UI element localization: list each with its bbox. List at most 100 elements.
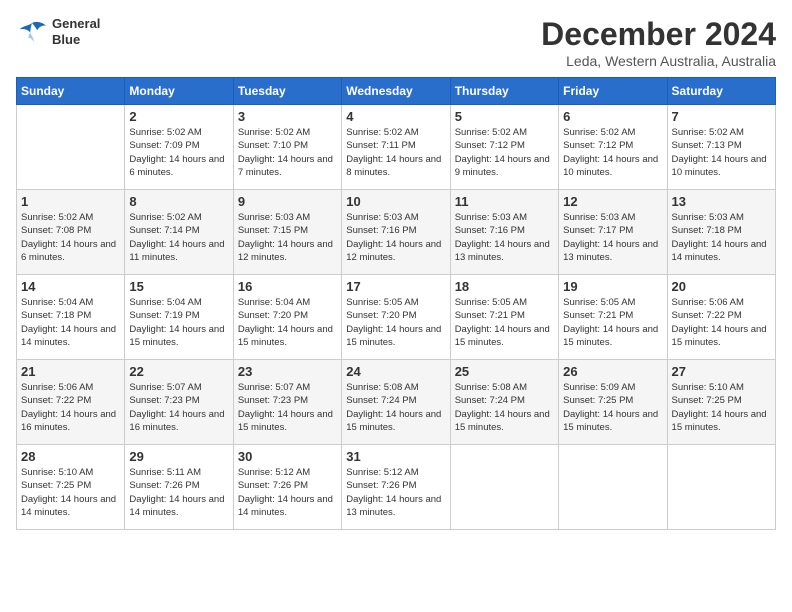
page-header: General Blue December 2024 Leda, Western… [16,16,776,69]
day-number: 8 [129,194,228,209]
calendar-cell: 12 Sunrise: 5:03 AM Sunset: 7:17 PM Dayl… [559,190,667,275]
day-number: 21 [21,364,120,379]
day-number: 4 [346,109,445,124]
day-info: Sunrise: 5:03 AM Sunset: 7:16 PM Dayligh… [346,211,445,264]
day-number: 7 [672,109,771,124]
day-number: 6 [563,109,662,124]
day-info: Sunrise: 5:03 AM Sunset: 7:17 PM Dayligh… [563,211,662,264]
calendar-cell: 28 Sunrise: 5:10 AM Sunset: 7:25 PM Dayl… [17,445,125,530]
day-info: Sunrise: 5:12 AM Sunset: 7:26 PM Dayligh… [346,466,445,519]
col-header-sunday: Sunday [17,78,125,105]
calendar-cell: 5 Sunrise: 5:02 AM Sunset: 7:12 PM Dayli… [450,105,558,190]
day-number: 16 [238,279,337,294]
day-number: 10 [346,194,445,209]
calendar-cell [17,105,125,190]
day-number: 24 [346,364,445,379]
day-number: 29 [129,449,228,464]
day-number: 23 [238,364,337,379]
calendar-cell: 21 Sunrise: 5:06 AM Sunset: 7:22 PM Dayl… [17,360,125,445]
day-number: 28 [21,449,120,464]
day-number: 22 [129,364,228,379]
calendar-cell: 25 Sunrise: 5:08 AM Sunset: 7:24 PM Dayl… [450,360,558,445]
calendar-cell: 3 Sunrise: 5:02 AM Sunset: 7:10 PM Dayli… [233,105,341,190]
calendar-cell: 18 Sunrise: 5:05 AM Sunset: 7:21 PM Dayl… [450,275,558,360]
calendar-week-5: 28 Sunrise: 5:10 AM Sunset: 7:25 PM Dayl… [17,445,776,530]
day-info: Sunrise: 5:03 AM Sunset: 7:16 PM Dayligh… [455,211,554,264]
day-number: 1 [21,194,120,209]
day-info: Sunrise: 5:08 AM Sunset: 7:24 PM Dayligh… [346,381,445,434]
day-info: Sunrise: 5:11 AM Sunset: 7:26 PM Dayligh… [129,466,228,519]
day-info: Sunrise: 5:04 AM Sunset: 7:18 PM Dayligh… [21,296,120,349]
day-info: Sunrise: 5:02 AM Sunset: 7:14 PM Dayligh… [129,211,228,264]
day-number: 19 [563,279,662,294]
day-number: 12 [563,194,662,209]
calendar-cell: 6 Sunrise: 5:02 AM Sunset: 7:12 PM Dayli… [559,105,667,190]
calendar-cell: 2 Sunrise: 5:02 AM Sunset: 7:09 PM Dayli… [125,105,233,190]
day-info: Sunrise: 5:05 AM Sunset: 7:21 PM Dayligh… [563,296,662,349]
day-info: Sunrise: 5:02 AM Sunset: 7:13 PM Dayligh… [672,126,771,179]
calendar-cell [667,445,775,530]
day-info: Sunrise: 5:06 AM Sunset: 7:22 PM Dayligh… [21,381,120,434]
day-info: Sunrise: 5:02 AM Sunset: 7:11 PM Dayligh… [346,126,445,179]
day-info: Sunrise: 5:04 AM Sunset: 7:19 PM Dayligh… [129,296,228,349]
day-info: Sunrise: 5:07 AM Sunset: 7:23 PM Dayligh… [129,381,228,434]
day-info: Sunrise: 5:03 AM Sunset: 7:18 PM Dayligh… [672,211,771,264]
day-info: Sunrise: 5:02 AM Sunset: 7:12 PM Dayligh… [563,126,662,179]
day-number: 26 [563,364,662,379]
logo-text: General Blue [52,16,100,47]
day-info: Sunrise: 5:04 AM Sunset: 7:20 PM Dayligh… [238,296,337,349]
calendar-cell: 29 Sunrise: 5:11 AM Sunset: 7:26 PM Dayl… [125,445,233,530]
calendar-cell: 16 Sunrise: 5:04 AM Sunset: 7:20 PM Dayl… [233,275,341,360]
day-info: Sunrise: 5:05 AM Sunset: 7:21 PM Dayligh… [455,296,554,349]
day-info: Sunrise: 5:02 AM Sunset: 7:10 PM Dayligh… [238,126,337,179]
calendar-cell: 8 Sunrise: 5:02 AM Sunset: 7:14 PM Dayli… [125,190,233,275]
calendar-cell: 31 Sunrise: 5:12 AM Sunset: 7:26 PM Dayl… [342,445,450,530]
col-header-tuesday: Tuesday [233,78,341,105]
day-info: Sunrise: 5:02 AM Sunset: 7:09 PM Dayligh… [129,126,228,179]
day-number: 20 [672,279,771,294]
calendar-week-3: 14 Sunrise: 5:04 AM Sunset: 7:18 PM Dayl… [17,275,776,360]
calendar-week-4: 21 Sunrise: 5:06 AM Sunset: 7:22 PM Dayl… [17,360,776,445]
day-number: 5 [455,109,554,124]
col-header-thursday: Thursday [450,78,558,105]
calendar-cell: 27 Sunrise: 5:10 AM Sunset: 7:25 PM Dayl… [667,360,775,445]
col-header-saturday: Saturday [667,78,775,105]
day-number: 3 [238,109,337,124]
day-number: 18 [455,279,554,294]
calendar-cell: 26 Sunrise: 5:09 AM Sunset: 7:25 PM Dayl… [559,360,667,445]
day-info: Sunrise: 5:05 AM Sunset: 7:20 PM Dayligh… [346,296,445,349]
day-number: 9 [238,194,337,209]
day-info: Sunrise: 5:10 AM Sunset: 7:25 PM Dayligh… [21,466,120,519]
calendar-cell [450,445,558,530]
logo-icon [16,18,48,46]
col-header-wednesday: Wednesday [342,78,450,105]
col-header-monday: Monday [125,78,233,105]
day-info: Sunrise: 5:09 AM Sunset: 7:25 PM Dayligh… [563,381,662,434]
day-number: 17 [346,279,445,294]
calendar-cell: 20 Sunrise: 5:06 AM Sunset: 7:22 PM Dayl… [667,275,775,360]
calendar-cell: 9 Sunrise: 5:03 AM Sunset: 7:15 PM Dayli… [233,190,341,275]
calendar-cell: 22 Sunrise: 5:07 AM Sunset: 7:23 PM Dayl… [125,360,233,445]
day-number: 30 [238,449,337,464]
day-number: 27 [672,364,771,379]
day-number: 11 [455,194,554,209]
calendar-cell: 23 Sunrise: 5:07 AM Sunset: 7:23 PM Dayl… [233,360,341,445]
title-block: December 2024 Leda, Western Australia, A… [541,16,776,69]
calendar-header-row: SundayMondayTuesdayWednesdayThursdayFrid… [17,78,776,105]
logo: General Blue [16,16,100,47]
day-info: Sunrise: 5:02 AM Sunset: 7:08 PM Dayligh… [21,211,120,264]
calendar-cell: 17 Sunrise: 5:05 AM Sunset: 7:20 PM Dayl… [342,275,450,360]
calendar-cell: 19 Sunrise: 5:05 AM Sunset: 7:21 PM Dayl… [559,275,667,360]
calendar-cell: 15 Sunrise: 5:04 AM Sunset: 7:19 PM Dayl… [125,275,233,360]
day-number: 14 [21,279,120,294]
day-info: Sunrise: 5:06 AM Sunset: 7:22 PM Dayligh… [672,296,771,349]
calendar-cell: 7 Sunrise: 5:02 AM Sunset: 7:13 PM Dayli… [667,105,775,190]
calendar-cell: 10 Sunrise: 5:03 AM Sunset: 7:16 PM Dayl… [342,190,450,275]
calendar-cell: 1 Sunrise: 5:02 AM Sunset: 7:08 PM Dayli… [17,190,125,275]
calendar-cell: 13 Sunrise: 5:03 AM Sunset: 7:18 PM Dayl… [667,190,775,275]
calendar-week-2: 1 Sunrise: 5:02 AM Sunset: 7:08 PM Dayli… [17,190,776,275]
col-header-friday: Friday [559,78,667,105]
calendar-cell: 30 Sunrise: 5:12 AM Sunset: 7:26 PM Dayl… [233,445,341,530]
calendar-cell [559,445,667,530]
day-number: 2 [129,109,228,124]
